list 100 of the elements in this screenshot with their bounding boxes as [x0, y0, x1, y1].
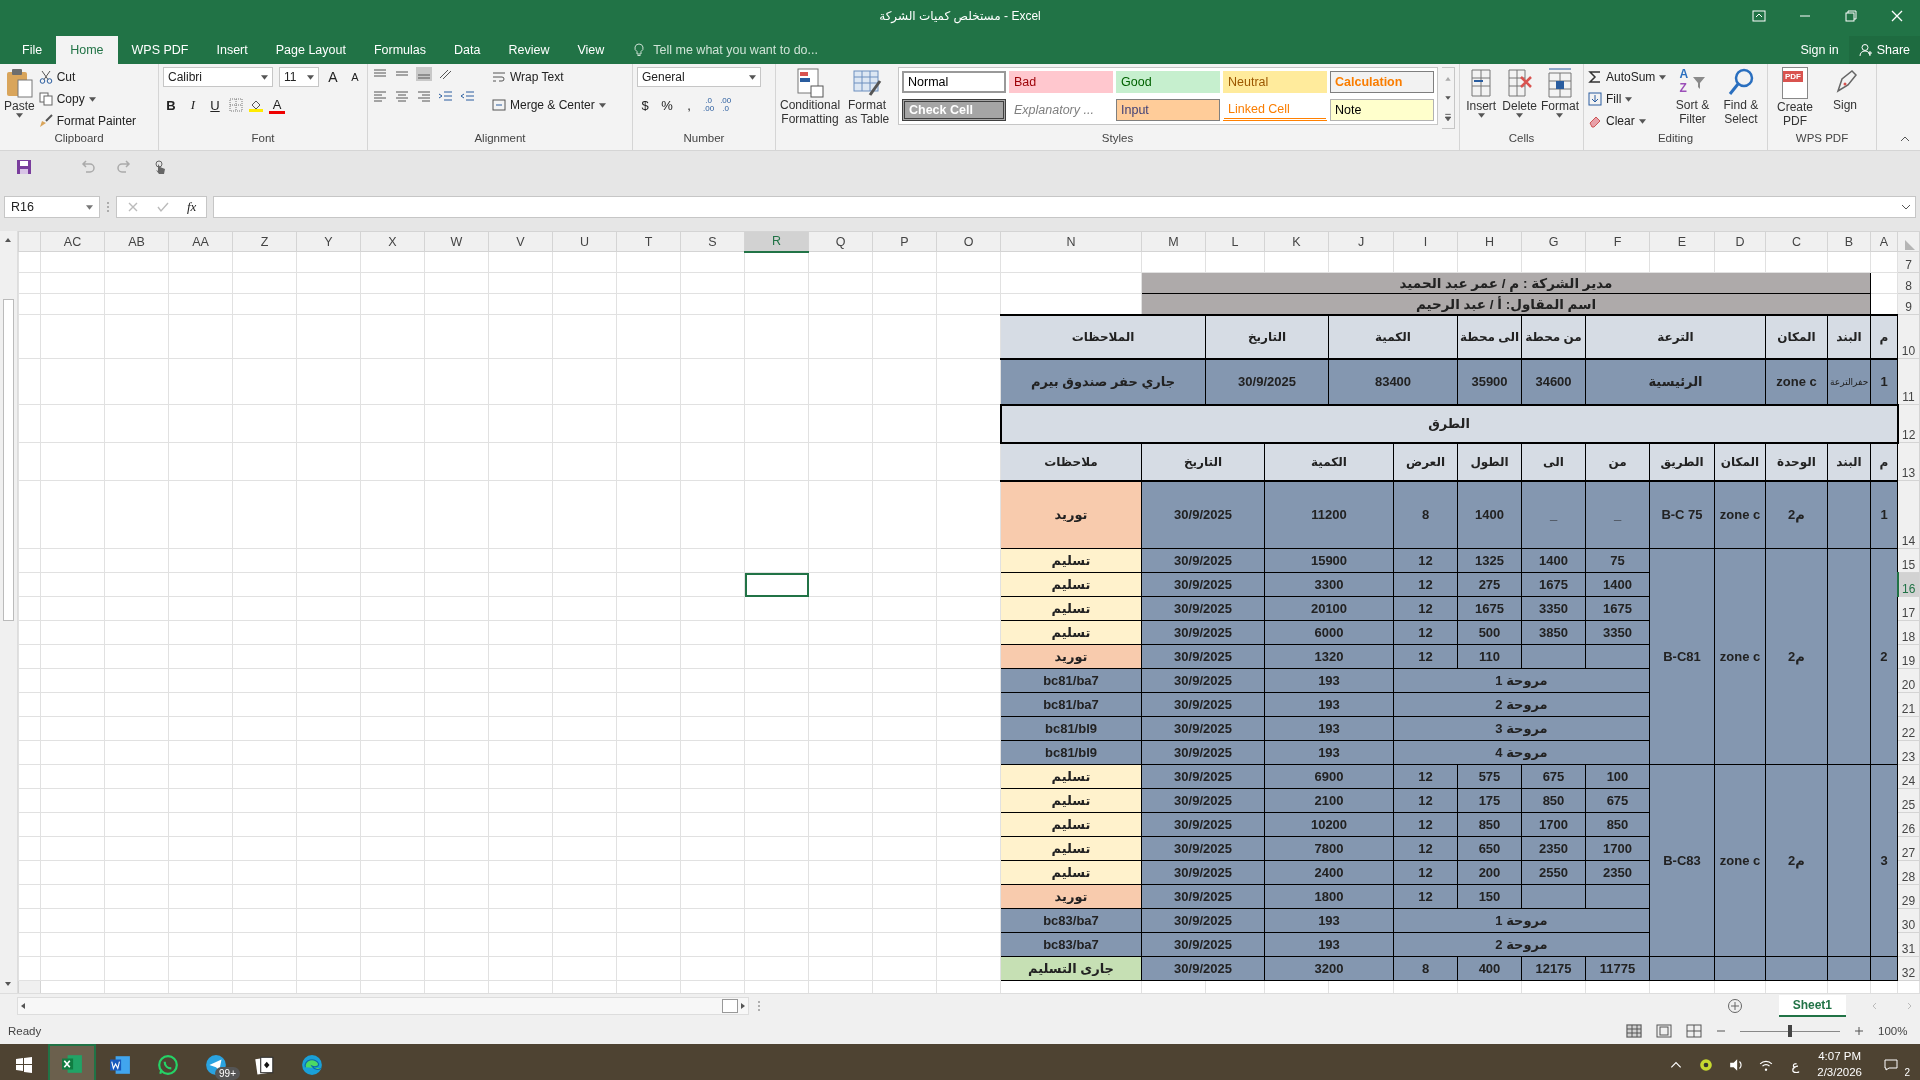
speaker-icon[interactable] [1729, 1058, 1744, 1072]
sort-filter-button[interactable]: A Z Sort & Filter [1670, 67, 1715, 132]
format-as-table-button[interactable]: Format as Table [844, 67, 890, 132]
indent-icon[interactable] [438, 89, 454, 103]
percent-button[interactable]: % [659, 95, 675, 115]
scroll-thumb[interactable] [3, 299, 14, 621]
selected-cell[interactable] [744, 572, 809, 597]
column-header[interactable]: AB [104, 231, 169, 252]
status-app-icon[interactable] [1699, 1058, 1714, 1072]
cells-button[interactable]: Insert [1464, 67, 1499, 132]
column-header[interactable]: V [488, 231, 553, 252]
clock[interactable]: 4:07 PM 2/3/2026 [1817, 1049, 1862, 1080]
name-box[interactable]: R16 [4, 196, 100, 218]
sign-in-link[interactable]: Sign in [1790, 36, 1849, 64]
chat-app-icon[interactable] [157, 1054, 179, 1076]
vertical-scrollbar[interactable] [0, 231, 18, 993]
cell-style[interactable]: Input [1116, 99, 1220, 121]
wrap-text-button[interactable]: Wrap Text [492, 67, 606, 87]
font-color-button[interactable]: A [269, 96, 285, 114]
column-header[interactable]: A [1870, 231, 1898, 252]
fill-color-icon[interactable] [249, 98, 263, 112]
font-name-box[interactable]: Calibri [163, 67, 273, 87]
ribbon-tab[interactable]: Formulas [359, 36, 440, 64]
column-header[interactable]: B [1827, 231, 1871, 252]
ribbon-tab[interactable]: Home [56, 36, 118, 64]
share-button[interactable]: Share [1848, 36, 1920, 64]
column-header[interactable]: Z [232, 231, 297, 252]
column-header[interactable]: F [1585, 231, 1650, 252]
zoom-slider-thumb[interactable] [1788, 1025, 1792, 1037]
align-right-icon[interactable] [416, 89, 432, 103]
decrease-decimal-button[interactable]: .00 .0 [720, 97, 732, 113]
column-header[interactable]: D [1714, 231, 1766, 252]
cell-style[interactable]: Good [1116, 71, 1220, 93]
search-field[interactable]: Tell me what you want to do... [651, 42, 896, 58]
ribbon-tab[interactable]: Insert [202, 36, 262, 64]
column-header[interactable]: C [1765, 231, 1828, 252]
ribbon-tab[interactable]: Page Layout [261, 36, 360, 64]
column-header[interactable]: T [616, 231, 681, 252]
column-header[interactable]: M [1141, 231, 1206, 252]
column-header[interactable]: G [1521, 231, 1586, 252]
format-painter-button[interactable]: Format Painter [38, 111, 137, 131]
clear-button[interactable]: Clear [1588, 111, 1667, 131]
cells-button[interactable]: Delete [1502, 67, 1537, 132]
column-header[interactable]: X [360, 231, 425, 252]
check-icon[interactable] [157, 201, 169, 213]
insert-function-button[interactable]: fx [187, 199, 197, 215]
browser-app-icon[interactable] [301, 1054, 323, 1076]
bold-button[interactable]: B [163, 95, 179, 115]
ribbon-tab[interactable]: File [8, 36, 57, 64]
comma-button[interactable]: , [681, 95, 697, 115]
paste-button[interactable]: Paste [4, 67, 35, 132]
column-header[interactable]: J [1328, 231, 1394, 252]
wifi-icon[interactable] [1759, 1058, 1774, 1072]
expand-icon[interactable] [1901, 204, 1911, 210]
ribbon-tab[interactable]: Data [440, 36, 495, 64]
column-header[interactable]: W [424, 231, 489, 252]
fill-button[interactable]: Fill [1588, 89, 1667, 109]
column-header[interactable]: H [1457, 231, 1522, 252]
ribbon-tab[interactable]: WPS PDF [117, 36, 203, 64]
column-header[interactable]: N [1000, 231, 1142, 252]
cell-style[interactable]: Explanatory ... [1009, 99, 1113, 121]
scroll-thumb[interactable] [722, 999, 738, 1013]
grow-font-button[interactable]: A [325, 67, 341, 87]
column-header[interactable]: P [872, 231, 937, 252]
cut-button[interactable]: Cut [38, 67, 137, 87]
normal-view-icon[interactable] [1626, 1024, 1642, 1038]
document-app-icon[interactable] [109, 1054, 131, 1076]
save-icon[interactable] [16, 159, 32, 175]
autosum-button[interactable]: AutoSum [1588, 67, 1667, 87]
cells-button[interactable]: Format [1541, 67, 1579, 132]
column-header[interactable]: K [1264, 231, 1329, 252]
horizontal-scrollbar[interactable] [17, 997, 749, 1015]
conditional-formatting-button[interactable]: Conditional Formatting [780, 67, 841, 132]
cell-style[interactable]: Neutral [1223, 71, 1327, 93]
align-left-icon[interactable] [372, 89, 388, 103]
zoom-in-icon[interactable] [1854, 1026, 1864, 1036]
underline-button[interactable]: U [207, 95, 223, 115]
add-sheet-icon[interactable] [1726, 998, 1743, 1014]
cancel-icon[interactable] [127, 201, 139, 213]
copy-button[interactable]: Copy [38, 89, 137, 109]
font-size-box[interactable]: 11 [279, 67, 319, 87]
formula-input[interactable] [213, 196, 1916, 218]
zoom-level[interactable]: 100% [1878, 1025, 1912, 1037]
italic-button[interactable]: I [185, 95, 201, 115]
column-header[interactable]: U [552, 231, 617, 252]
column-header[interactable]: S [680, 231, 745, 252]
page-layout-icon[interactable] [1656, 1024, 1672, 1038]
column-header[interactable]: I [1393, 231, 1458, 252]
column-header[interactable]: L [1205, 231, 1265, 252]
column-header[interactable]: R [744, 231, 809, 252]
collapse-ribbon-icon[interactable] [1900, 136, 1910, 142]
merge-center-button[interactable]: Merge & Center [492, 95, 606, 115]
outdent-icon[interactable] [460, 89, 476, 103]
column-header[interactable]: Y [296, 231, 361, 252]
orientation-icon[interactable] [438, 67, 454, 81]
column-header[interactable]: AA [168, 231, 233, 252]
number-format-box[interactable]: General [637, 67, 761, 87]
increase-decimal-button[interactable]: .0 .00 [703, 97, 715, 113]
ribbon-tab[interactable]: Review [494, 36, 564, 64]
shrink-font-button[interactable]: A [347, 67, 363, 87]
